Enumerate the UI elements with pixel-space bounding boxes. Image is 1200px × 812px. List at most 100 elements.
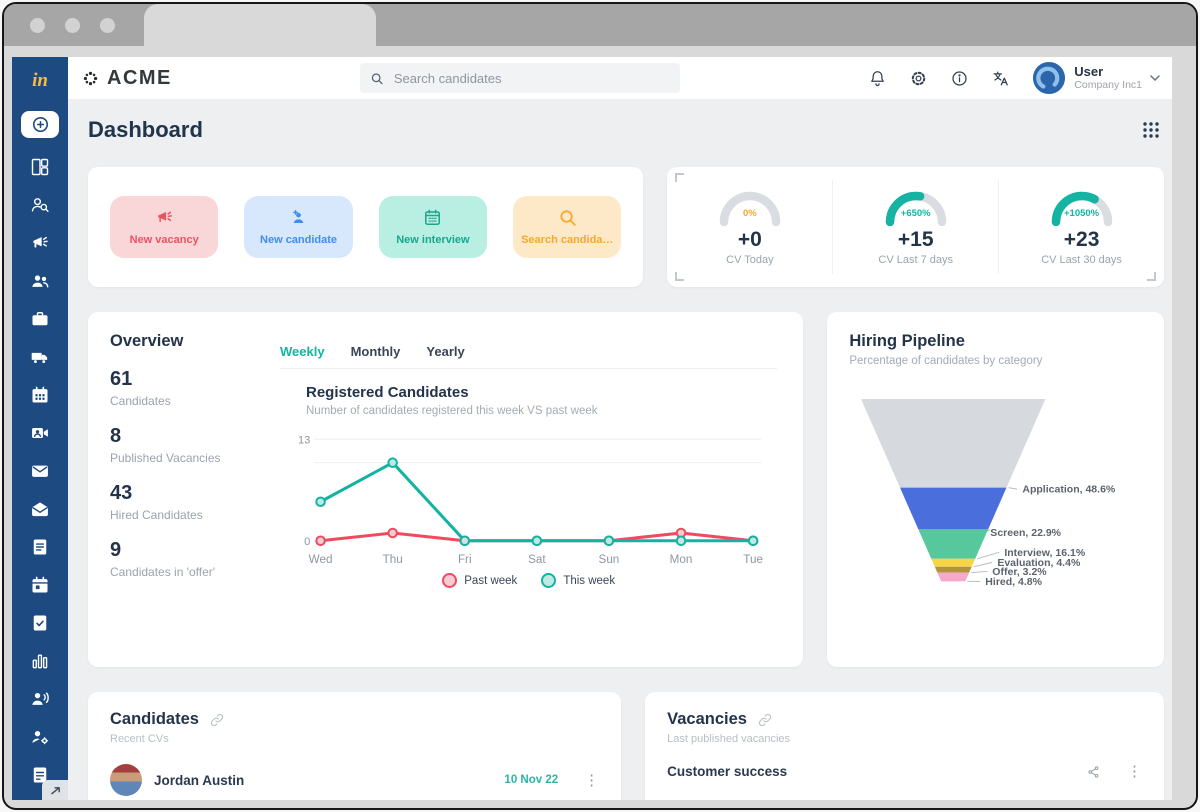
cv-stats-card: 0% +0 CV Today +650% (667, 167, 1164, 287)
sidebar-item-dashboard[interactable] (30, 157, 50, 177)
avatar (1032, 61, 1066, 95)
window-control-dot[interactable] (65, 18, 80, 33)
resize-handle[interactable] (675, 272, 684, 281)
vacancies-subtitle: Last published vacancies (667, 733, 1142, 745)
user-name: User (1074, 65, 1142, 80)
page-title: Dashboard (88, 117, 203, 143)
search-input[interactable] (392, 70, 670, 87)
search-icon (558, 208, 577, 227)
megaphone-icon (155, 208, 174, 227)
dashboard-icon (30, 157, 50, 177)
row-menu-button[interactable]: ⋮ (1127, 764, 1142, 779)
tab-monthly[interactable]: Monthly (351, 344, 401, 359)
translate-icon (991, 69, 1010, 88)
settings-button[interactable] (909, 69, 928, 88)
sidebar-item-video-interview[interactable] (30, 423, 50, 443)
bell-icon (868, 69, 887, 88)
vacancy-row[interactable]: Customer success ⋮ (667, 764, 1142, 779)
sidebar-item-calendar[interactable] (30, 385, 50, 405)
registered-candidates-line-chart: 130WedThuFriSatSunMonTue (284, 423, 771, 573)
document-check-icon (30, 613, 50, 633)
candidate-row[interactable]: Jordan Austin 10 Nov 22 ⋮ (110, 764, 599, 796)
sidebar-item-referrals[interactable] (30, 689, 50, 709)
sidebar: in (12, 57, 68, 800)
sidebar-item-reports[interactable] (30, 651, 50, 671)
sidebar-item-forms[interactable] (30, 537, 50, 557)
sidebar-item-inbox[interactable] (30, 461, 50, 481)
sidebar-item-vacancies[interactable] (30, 233, 50, 253)
app-logo[interactable]: in (12, 57, 68, 105)
notifications-button[interactable] (868, 69, 887, 88)
gauge-cv-30days: +1050% +23 CV Last 30 days (998, 180, 1164, 274)
language-button[interactable] (991, 69, 1010, 88)
video-person-icon (30, 423, 50, 443)
gauge-value: +15 (898, 228, 934, 252)
search-candidates-button[interactable]: Search candida… (513, 196, 621, 258)
sidebar-collapse-button[interactable] (42, 780, 68, 800)
row-menu-button[interactable]: ⋮ (584, 773, 599, 788)
gauge-percent: +1050% (1050, 208, 1114, 219)
gauge-label: CV Today (726, 254, 774, 266)
brand-flower-icon (82, 70, 99, 87)
svg-text:Sat: Sat (528, 553, 546, 566)
candidate-avatar (110, 764, 142, 796)
calendar-icon (423, 208, 442, 227)
candidates-card: Candidates Recent CVs Jordan Austin 10 N… (88, 692, 621, 800)
gauge-percent: +650% (884, 208, 948, 219)
share-icon[interactable] (1087, 765, 1101, 779)
svg-text:Mon: Mon (670, 553, 693, 566)
chart-subtitle: Number of candidates registered this wee… (306, 405, 777, 417)
vacancies-title: Vacancies (667, 710, 747, 729)
svg-text:Tue: Tue (743, 553, 763, 566)
link-icon[interactable] (757, 712, 773, 728)
candidate-date: 10 Nov 22 (504, 774, 558, 786)
sidebar-item-jobs[interactable] (30, 309, 50, 329)
gauge-percent: 0% (718, 208, 782, 219)
stat-published-vacancies: 8 Published Vacancies (110, 425, 280, 465)
overview-title: Overview (110, 332, 280, 351)
widgets-grid-icon[interactable] (1142, 121, 1160, 139)
gauge-label: CV Last 30 days (1041, 254, 1122, 266)
person-search-icon (30, 195, 50, 215)
new-candidate-button[interactable]: New candidate (244, 196, 352, 258)
tab-weekly[interactable]: Weekly (280, 344, 325, 359)
sidebar-item-user-settings[interactable] (30, 727, 50, 747)
plus-circle-icon (31, 115, 50, 134)
app-frame: in (12, 57, 1172, 800)
gauge-label: CV Last 7 days (878, 254, 953, 266)
svg-text:Hired, 4.8%: Hired, 4.8% (986, 576, 1043, 588)
envelope-open-icon (30, 499, 50, 519)
sidebar-item-onboarding[interactable] (30, 347, 50, 367)
sidebar-item-events[interactable] (30, 575, 50, 595)
resize-handle[interactable] (675, 173, 684, 182)
gauge-value: +0 (738, 228, 762, 252)
browser-window: in (2, 2, 1198, 810)
browser-toolbar (4, 46, 1196, 57)
gauge-cv-7days: +650% +15 CV Last 7 days (832, 180, 998, 274)
new-vacancy-button[interactable]: New vacancy (110, 196, 218, 258)
sidebar-item-add[interactable] (21, 111, 59, 138)
link-icon[interactable] (209, 712, 225, 728)
window-control-dot[interactable] (30, 18, 45, 33)
search-bar[interactable] (360, 63, 680, 93)
resize-handle[interactable] (1147, 272, 1156, 281)
browser-tab[interactable] (144, 4, 376, 46)
svg-text:Wed: Wed (309, 553, 333, 566)
period-tabs: Weekly Monthly Yearly (280, 344, 777, 369)
sidebar-item-mail-open[interactable] (30, 499, 50, 519)
new-interview-button[interactable]: New interview (379, 196, 487, 258)
envelope-icon (30, 461, 50, 481)
hiring-pipeline-funnel-chart: Application, 48.6%Screen, 22.9%Interview… (835, 393, 1156, 598)
overview-card: Overview 61 Candidates 8 Published Vacan… (88, 312, 803, 667)
megaphone-icon (30, 233, 50, 253)
tab-yearly[interactable]: Yearly (426, 344, 464, 359)
user-menu[interactable]: User Company Inc1 (1032, 61, 1160, 95)
briefcase-icon (30, 309, 50, 329)
window-control-dot[interactable] (100, 18, 115, 33)
sidebar-item-tasks[interactable] (30, 613, 50, 633)
info-button[interactable] (950, 69, 969, 88)
sidebar-item-candidate-search[interactable] (30, 195, 50, 215)
people-icon (30, 271, 50, 291)
chart-title: Registered Candidates (306, 384, 777, 401)
sidebar-item-candidates[interactable] (30, 271, 50, 291)
